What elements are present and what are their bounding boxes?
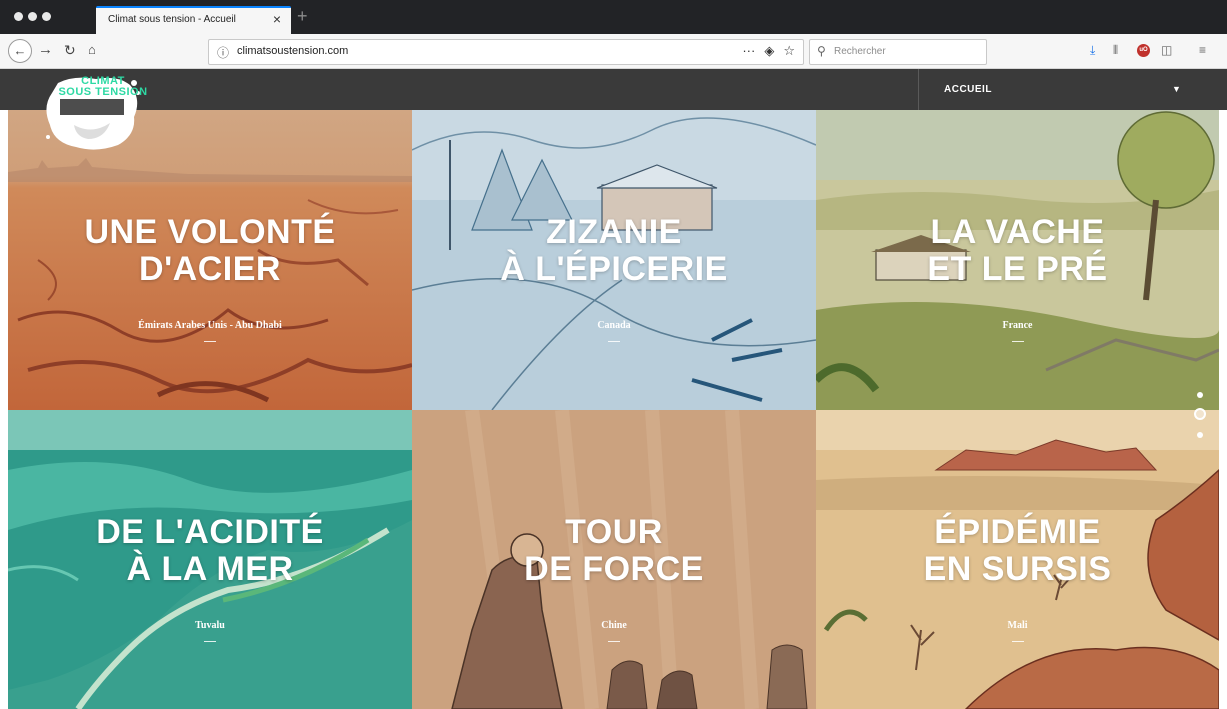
close-window-icon[interactable] — [14, 12, 23, 21]
ublock-icon[interactable]: uO — [1137, 44, 1150, 57]
divider — [1012, 341, 1024, 342]
chevron-down-icon[interactable]: ▼ — [1172, 84, 1181, 94]
story-title: TOUR DE FORCE — [524, 513, 704, 588]
back-button[interactable]: ← — [8, 39, 32, 63]
story-title: ZIZANIE À L'ÉPICERIE — [500, 213, 728, 288]
menu-icon[interactable]: ≡ — [1199, 43, 1206, 57]
story-title: DE L'ACIDITÉ À LA MER — [96, 513, 324, 588]
home-button[interactable]: ⌂ — [88, 41, 96, 59]
story-tile-tuvalu[interactable]: DE L'ACIDITÉ À LA MER Tuvalu — [8, 410, 412, 709]
site-logo[interactable]: CLIMAT SOUS TENSION — [58, 76, 148, 98]
story-country: Tuvalu — [195, 620, 225, 631]
stories-grid: UNE VOLONTÉ D'ACIER Émirats Arabes Unis … — [8, 110, 1219, 709]
pagination-dot[interactable] — [1197, 392, 1203, 398]
url-bar[interactable]: ⓘ climatsoustension.com ··· ◈ ☆ — [208, 39, 804, 65]
close-tab-icon[interactable]: × — [273, 11, 281, 27]
story-country: France — [1002, 320, 1033, 331]
site-info-icon[interactable]: ⓘ — [217, 44, 229, 61]
minimize-window-icon[interactable] — [28, 12, 37, 21]
forward-button[interactable]: → — [38, 41, 53, 59]
story-tile-france[interactable]: LA VACHE ET LE PRÉ France — [816, 110, 1219, 410]
sidebar-icon[interactable]: ◫ — [1161, 43, 1172, 57]
divider — [1012, 641, 1024, 642]
maximize-window-icon[interactable] — [42, 12, 51, 21]
library-icon[interactable]: ⫴ — [1113, 43, 1118, 57]
pagination-dots — [1194, 390, 1206, 442]
story-country: Canada — [597, 320, 631, 331]
browser-tab-bar: Climat sous tension - Accueil × + — [0, 0, 1227, 34]
story-tile-canada[interactable]: ZIZANIE À L'ÉPICERIE Canada — [412, 110, 816, 410]
story-tile-chine[interactable]: TOUR DE FORCE Chine — [412, 410, 816, 709]
browser-tab[interactable]: Climat sous tension - Accueil × — [96, 6, 291, 34]
url-text[interactable]: climatsoustension.com — [237, 45, 348, 57]
browser-toolbar: ← → ↻ ⌂ ⓘ climatsoustension.com ··· ◈ ☆ … — [0, 34, 1227, 69]
search-bar[interactable]: ⚲ Rechercher — [809, 39, 987, 65]
story-title: LA VACHE ET LE PRÉ — [927, 213, 1108, 288]
site-header — [0, 69, 1227, 110]
search-placeholder: Rechercher — [834, 46, 886, 57]
story-country: Émirats Arabes Unis - Abu Dhabi — [138, 320, 282, 331]
search-icon: ⚲ — [817, 44, 826, 58]
divider — [204, 641, 216, 642]
download-icon[interactable]: ⤓ — [1090, 43, 1095, 57]
reload-button[interactable]: ↻ — [64, 41, 76, 59]
page-actions-icon[interactable]: ··· — [742, 43, 755, 59]
pocket-icon[interactable]: ◈ — [764, 43, 774, 59]
bookmark-star-icon[interactable]: ☆ — [783, 43, 795, 59]
story-country: Chine — [601, 620, 627, 631]
tab-title: Climat sous tension - Accueil — [108, 14, 236, 25]
new-tab-button[interactable]: + — [297, 7, 308, 25]
story-title: ÉPIDÉMIE EN SURSIS — [923, 513, 1112, 588]
divider — [204, 341, 216, 342]
story-tile-mali[interactable]: ÉPIDÉMIE EN SURSIS Mali — [816, 410, 1219, 709]
window-controls[interactable] — [14, 12, 51, 21]
story-country: Mali — [1007, 620, 1028, 631]
nav-divider — [918, 69, 919, 110]
story-title: UNE VOLONTÉ D'ACIER — [84, 213, 336, 288]
divider — [608, 341, 620, 342]
pagination-dot[interactable] — [1197, 432, 1203, 438]
story-tile-abu-dhabi[interactable]: UNE VOLONTÉ D'ACIER Émirats Arabes Unis … — [8, 110, 412, 410]
pagination-dot-active[interactable] — [1194, 408, 1206, 420]
divider — [608, 641, 620, 642]
nav-menu-label[interactable]: ACCUEIL — [944, 84, 992, 95]
